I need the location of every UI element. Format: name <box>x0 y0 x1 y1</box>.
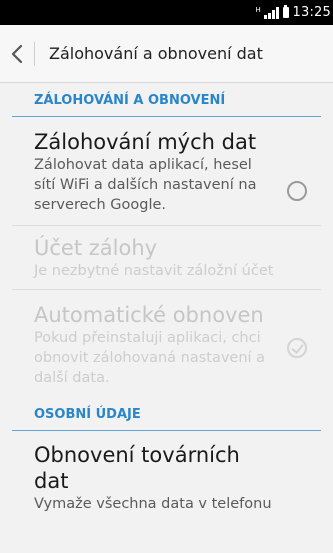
section-header-backup: ZÁLOHOVÁNÍ A OBNOVENÍ <box>12 84 321 117</box>
status-bar: H 13:25 <box>0 0 333 25</box>
factory-reset-summary: Vymaže všechna data v telefonu <box>34 496 272 512</box>
auto-restore-title: Automatické obnoven <box>34 303 264 327</box>
backup-account-item: Účet zálohy Je nezbytné nastavit záložní… <box>0 226 333 289</box>
factory-reset-item[interactable]: Obnovení továrních dat Vymaže všechna da… <box>0 431 333 524</box>
network-type-label: H <box>255 5 261 14</box>
backup-my-data-checkbox[interactable] <box>287 181 307 201</box>
backup-account-title: Účet zálohy <box>34 236 158 260</box>
backup-my-data-summary: Zálohovat data aplikací, hesel sítí WiFi… <box>34 157 257 213</box>
signal-icon: H <box>256 6 279 19</box>
backup-my-data-title: Zálohování mých dat <box>34 130 257 154</box>
action-bar-divider <box>34 41 35 66</box>
backup-account-summary: Je nezbytné nastavit záložní účet <box>34 263 274 279</box>
auto-restore-checkbox <box>287 338 307 358</box>
factory-reset-title: Obnovení továrních dat <box>34 443 240 493</box>
battery-icon <box>282 5 289 18</box>
section-header-personal: OSOBNÍ ÚDAJE <box>12 398 321 431</box>
auto-restore-summary: Pokud přeinstaluji aplikaci, chci obnovi… <box>34 330 266 386</box>
action-bar: Zálohování a obnovení dat <box>0 25 333 83</box>
chevron-left-icon <box>11 44 23 63</box>
backup-my-data-item[interactable]: Zálohování mých dat Zálohovat data aplik… <box>0 117 333 225</box>
status-clock: 13:25 <box>292 5 331 20</box>
settings-list: ZÁLOHOVÁNÍ A OBNOVENÍ Zálohování mých da… <box>0 84 333 524</box>
back-button[interactable] <box>0 25 34 83</box>
page-title: Zálohování a obnovení dat <box>49 44 263 63</box>
auto-restore-item: Automatické obnoven Pokud přeinstaluji a… <box>0 290 333 398</box>
